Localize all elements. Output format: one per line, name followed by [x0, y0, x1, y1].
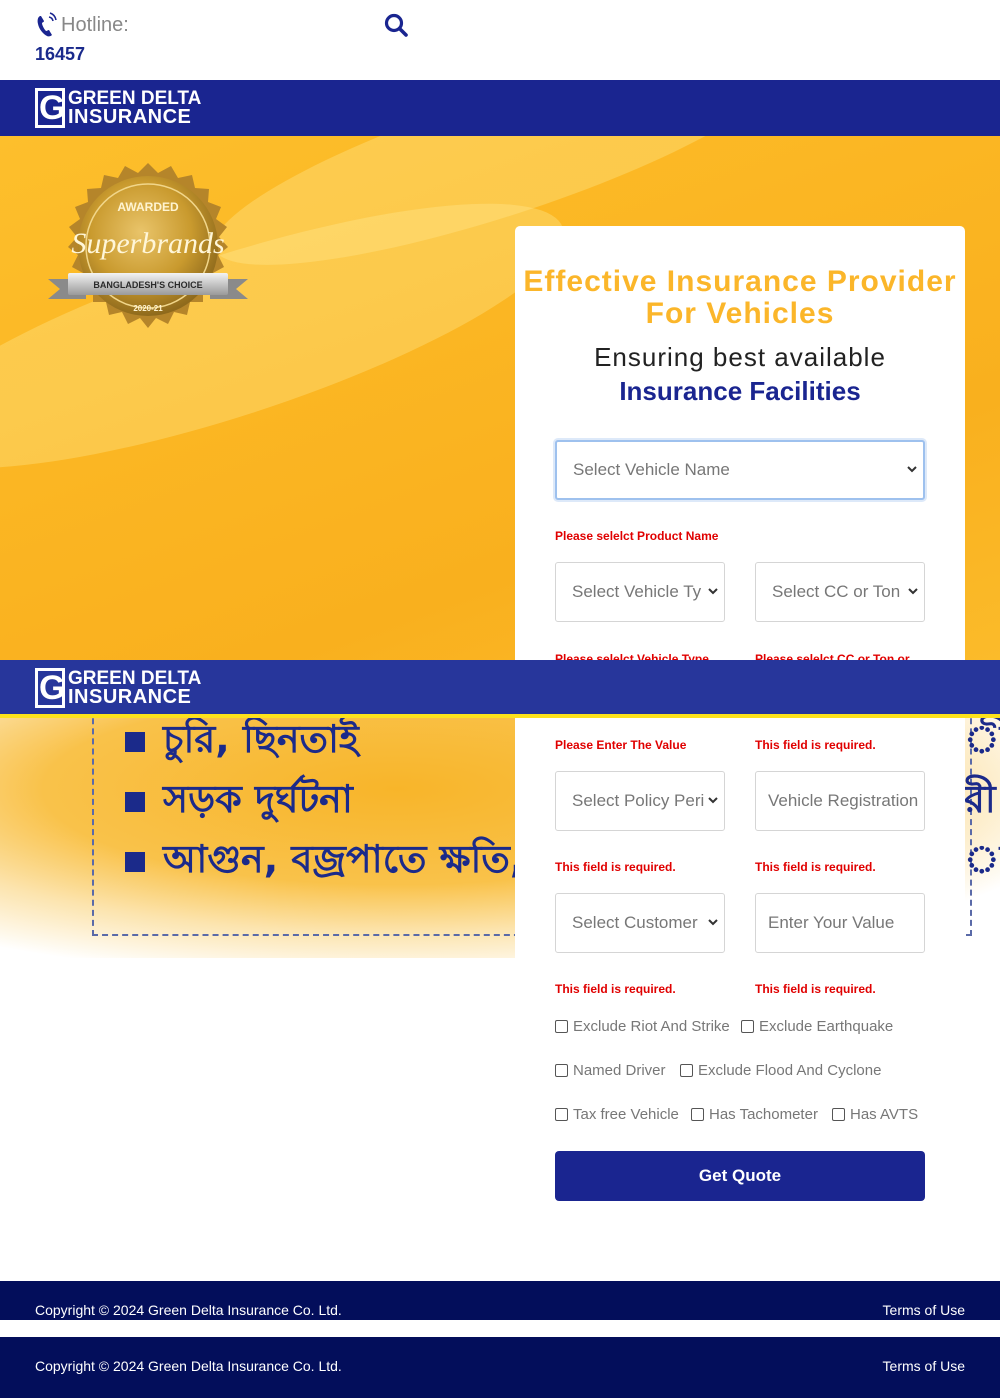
- superbrands-award-badge: AWARDED Superbrands BANGLADESH'S CHOICE …: [48, 163, 248, 328]
- logo-line2: INSURANCE: [68, 106, 192, 128]
- copyright-text: Copyright © 2024 Green Delta Insurance C…: [35, 1302, 342, 1318]
- value-error: Please Enter The Value: [555, 738, 687, 752]
- badge-ribbon: BANGLADESH'S CHOICE: [93, 280, 202, 290]
- checkbox-avts[interactable]: Has AVTS: [832, 1106, 918, 1123]
- coverage-item: চুরি, ছিনতাই: [125, 718, 359, 774]
- search-icon[interactable]: [383, 12, 409, 38]
- coverage-item-right: ী ব: [964, 718, 1000, 761]
- customer-error: This field is required.: [555, 982, 676, 996]
- form-headline: Effective Insurance Provider For Vehicle…: [523, 265, 957, 330]
- hotline: Hotline:: [35, 12, 129, 38]
- copyright-text: Copyright © 2024 Green Delta Insurance C…: [35, 1358, 342, 1374]
- checkbox-exclude-flood[interactable]: Exclude Flood And Cyclone: [680, 1062, 881, 1079]
- field-error: This field is required.: [755, 738, 876, 752]
- checkbox-exclude-riot[interactable]: Exclude Riot And Strike: [555, 1018, 730, 1035]
- site-header: G GREEN DELTA INSURANCE: [0, 80, 1000, 136]
- customer-placeholder: Select Customer: [572, 913, 698, 932]
- chevron-down-icon: [907, 466, 917, 473]
- checkbox-exclude-earthquake[interactable]: Exclude Earthquake: [741, 1018, 893, 1035]
- form-subtitle-line2: Insurance Facilities: [619, 376, 861, 406]
- chevron-down-icon: [708, 797, 718, 804]
- policy-period-error: This field is required.: [555, 860, 676, 874]
- logo-mark-icon: G: [35, 88, 65, 128]
- logo-line2: INSURANCE: [68, 686, 192, 708]
- sticky-header: G GREEN DELTA INSURANCE: [0, 660, 1000, 718]
- cc-or-ton-select[interactable]: Select CC or Ton: [755, 562, 925, 622]
- hotline-number[interactable]: 16457: [35, 44, 85, 65]
- badge-awarded: AWARDED: [117, 200, 179, 214]
- coverage-item: আগুন, বজ্রপাতে ক্ষতি,: [125, 830, 524, 894]
- chevron-down-icon: [708, 588, 718, 595]
- checkbox-tax-free[interactable]: Tax free Vehicle: [555, 1106, 679, 1123]
- vehicle-type-error: Please selelct Vehicle Type: [555, 652, 709, 660]
- value-placeholder: Enter Your Value: [768, 913, 895, 932]
- hotline-label: Hotline:: [61, 13, 129, 36]
- checkbox-named-driver[interactable]: Named Driver: [555, 1062, 666, 1079]
- vehicle-registration-input[interactable]: Vehicle Registration: [755, 771, 925, 831]
- checkbox-tachometer[interactable]: Has Tachometer: [691, 1106, 818, 1123]
- chevron-down-icon: [908, 588, 918, 595]
- sticky-logo[interactable]: G GREEN DELTA INSURANCE: [35, 668, 201, 708]
- coverage-item: সড়ক দুর্ঘটনা: [125, 770, 353, 834]
- badge-year: 2020-21: [133, 304, 163, 313]
- coverage-item-right: াঙ: [964, 837, 1000, 881]
- cc-or-ton-error: Please selelct CC or Ton or: [755, 652, 910, 660]
- footer-sticky: Copyright © 2024 Green Delta Insurance C…: [0, 1281, 1000, 1320]
- vehicle-name-error: Please selelct Product Name: [555, 529, 719, 543]
- coverage-item-right: রী: [964, 777, 996, 821]
- value-input[interactable]: Enter Your Value: [755, 893, 925, 953]
- vehicle-type-placeholder: Select Vehicle Ty: [572, 582, 702, 601]
- footer: Copyright © 2024 Green Delta Insurance C…: [0, 1337, 1000, 1398]
- chevron-down-icon: [708, 919, 718, 926]
- phone-icon: [37, 12, 57, 37]
- policy-period-placeholder: Select Policy Peri: [572, 791, 705, 810]
- get-quote-button[interactable]: Get Quote: [555, 1151, 925, 1201]
- terms-link[interactable]: Terms of Use: [883, 1302, 965, 1318]
- top-bar: Hotline: 16457: [0, 0, 1000, 80]
- vehicle-name-select[interactable]: Select Vehicle Name: [555, 440, 925, 500]
- value-input-error: This field is required.: [755, 982, 876, 996]
- customer-select[interactable]: Select Customer: [555, 893, 725, 953]
- registration-error: This field is required.: [755, 860, 876, 874]
- vehicle-type-select[interactable]: Select Vehicle Ty: [555, 562, 725, 622]
- vehicle-name-placeholder: Select Vehicle Name: [573, 460, 730, 479]
- logo-mark-icon: G: [35, 668, 65, 708]
- form-subtitle-line1: Ensuring best available: [594, 342, 886, 372]
- logo[interactable]: G GREEN DELTA INSURANCE: [35, 88, 201, 128]
- terms-link[interactable]: Terms of Use: [883, 1358, 965, 1374]
- badge-brand: Superbrands: [71, 227, 224, 260]
- policy-period-select[interactable]: Select Policy Peri: [555, 771, 725, 831]
- cc-or-ton-placeholder: Select CC or Ton: [772, 582, 901, 601]
- vehicle-registration-placeholder: Vehicle Registration: [768, 791, 919, 810]
